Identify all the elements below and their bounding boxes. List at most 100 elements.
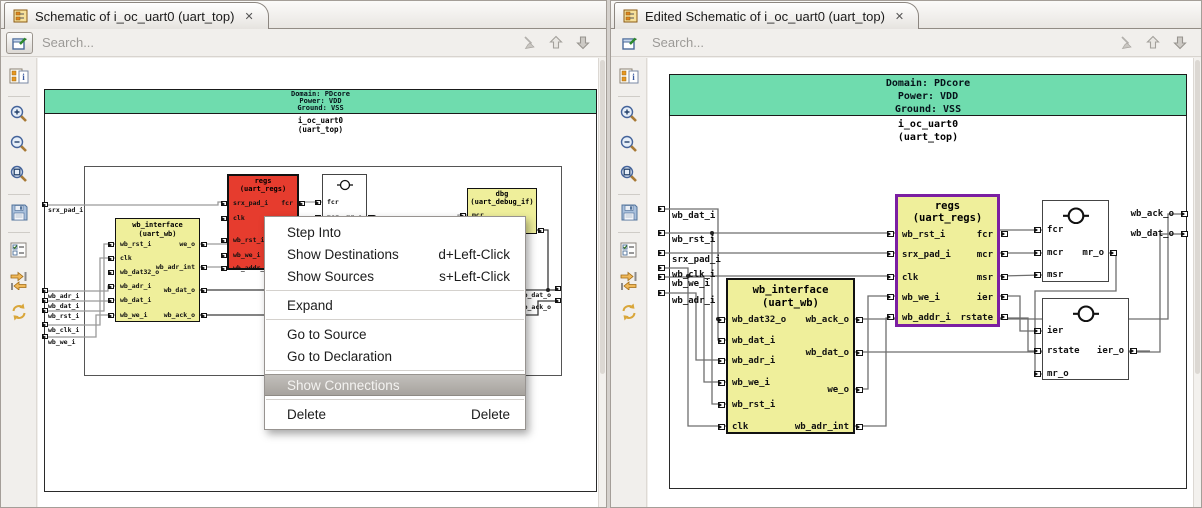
input-port-label: srx_pad_i (672, 255, 721, 265)
zoom-out-button[interactable] (9, 134, 29, 154)
pin-label: wb_dat_o (163, 286, 195, 294)
port-marker (718, 317, 725, 323)
edit-view-icon (11, 36, 28, 50)
pin-label: msr (1047, 270, 1064, 280)
zoom-out-button[interactable] (619, 134, 639, 154)
options-button[interactable] (9, 240, 29, 260)
ports-button[interactable] (9, 270, 29, 290)
edit-view-button[interactable] (616, 32, 643, 54)
port-marker (718, 338, 725, 344)
ports-button[interactable] (619, 270, 639, 290)
port-marker (658, 290, 665, 296)
zoom-fit-button[interactable] (9, 164, 29, 184)
reload-button[interactable] (9, 302, 29, 322)
port-marker (887, 294, 894, 300)
search-next-icon[interactable] (575, 34, 592, 51)
port-marker (718, 424, 725, 430)
toolbar-separator (618, 232, 640, 233)
menu-item-show-sources[interactable]: Show Sources s+Left-Click (265, 265, 525, 287)
block-ier-gen[interactable]: ier rstate mr_o ier_o (1034, 298, 1137, 380)
block-type: (uart_regs) (912, 212, 983, 224)
toolbar-separator (618, 194, 640, 195)
search-prev-icon[interactable] (1145, 34, 1162, 51)
block-info-button[interactable] (619, 66, 639, 86)
reload-button[interactable] (619, 302, 639, 322)
pin-label: wb_ack_o (805, 315, 849, 325)
port-marker (1130, 348, 1137, 354)
tab-edited-schematic[interactable]: Edited Schematic of i_oc_uart0 (uart_top… (614, 2, 920, 29)
pin-label: mcr (1047, 248, 1064, 258)
menu-item-label: Show Destinations (287, 246, 399, 262)
pin-label: srx_pad_i (233, 199, 269, 207)
block-regs-selected[interactable]: regs (uart_regs) wb_rst_i srx_pad_i clk … (887, 194, 1008, 327)
zoom-in-button[interactable] (619, 104, 639, 124)
input-port-label: srx_pad_i (48, 206, 84, 214)
pin-label: rstate (1047, 346, 1080, 356)
block-title: wb_interface (752, 284, 829, 296)
save-button[interactable] (9, 202, 29, 222)
clear-search-icon[interactable] (1118, 34, 1135, 51)
vertical-scrollbar[interactable] (1193, 58, 1201, 507)
port-marker (201, 265, 207, 270)
block-info-button[interactable] (9, 66, 29, 86)
tab-schematic[interactable]: Schematic of i_oc_uart0 (uart_top) ✕ (4, 2, 269, 29)
menu-item-step-into[interactable]: Step Into (265, 221, 525, 243)
block-wb-interface[interactable]: wb_interface (uart_wb) wb_dat32_o wb_dat… (718, 278, 863, 434)
clear-search-icon[interactable] (521, 34, 538, 51)
zoom-fit-button[interactable] (619, 164, 639, 184)
input-port-label: wb_we_i (672, 279, 710, 289)
port-marker (108, 242, 114, 247)
block-title: regs (254, 177, 272, 185)
port-marker (1001, 294, 1008, 300)
search-input[interactable]: Search... (42, 35, 94, 50)
menu-item-expand[interactable]: Expand (265, 294, 525, 316)
port-marker (1034, 250, 1041, 256)
generator-symbol-icon (337, 179, 353, 191)
port-marker (555, 298, 561, 303)
tab-close-icon[interactable]: ✕ (895, 10, 904, 23)
port-marker (718, 402, 725, 408)
search-input[interactable]: Search... (652, 35, 704, 50)
port-marker (221, 266, 227, 271)
menu-item-label: Delete (287, 406, 327, 422)
port-marker (1181, 211, 1188, 217)
pin-label: wb_adr_i (732, 356, 776, 366)
pin-label: wb_adr_int (155, 263, 195, 271)
zoom-in-button[interactable] (9, 104, 29, 124)
pin-label: wb_rst_i (120, 240, 152, 248)
options-button[interactable] (619, 240, 639, 260)
menu-item-go-to-declaration[interactable]: Go to Declaration (265, 345, 525, 367)
tab-close-icon[interactable]: ✕ (244, 10, 253, 23)
port-marker (1001, 274, 1008, 280)
block-type: (uart_wb) (138, 230, 177, 238)
edit-view-button[interactable] (6, 32, 33, 54)
generator-symbol-icon (1073, 305, 1099, 322)
menu-item-show-destinations[interactable]: Show Destinations d+Left-Click (265, 243, 525, 265)
block-wb-interface[interactable]: wb_interface (uart_wb) wb_rst_i clk wb_d… (108, 218, 207, 322)
port-marker (538, 228, 544, 233)
port-marker (1110, 250, 1117, 256)
pin-label: clk (233, 214, 245, 222)
pin-label: wb_dat_i (732, 336, 776, 346)
save-button[interactable] (619, 202, 639, 222)
port-marker (856, 317, 863, 323)
pin-label: wb_dat_i (120, 296, 152, 304)
port-marker (658, 250, 665, 256)
menu-item-accelerator: Delete (470, 406, 510, 422)
right-schematic-canvas[interactable]: Domain: PDcore Power: VDD Ground: VSS i_… (648, 58, 1195, 507)
menu-item-delete[interactable]: Delete Delete (265, 403, 525, 425)
port-marker (1181, 231, 1188, 237)
pin-label: wb_dat32_o (732, 315, 787, 325)
menu-item-show-connections[interactable]: Show Connections (265, 374, 525, 396)
search-next-icon[interactable] (1172, 34, 1189, 51)
right-search-bar: Search... (611, 29, 1201, 57)
output-port-label: wb_ack_o (1130, 209, 1174, 219)
pin-label: mr_o (1082, 248, 1104, 258)
vertical-scrollbar[interactable] (598, 58, 606, 507)
port-marker (718, 380, 725, 386)
pin-label: wb_dat32_o (120, 268, 160, 276)
menu-item-go-to-source[interactable]: Go to Source (265, 323, 525, 345)
search-prev-icon[interactable] (548, 34, 565, 51)
menu-separator (266, 370, 524, 371)
port-marker (201, 242, 207, 247)
